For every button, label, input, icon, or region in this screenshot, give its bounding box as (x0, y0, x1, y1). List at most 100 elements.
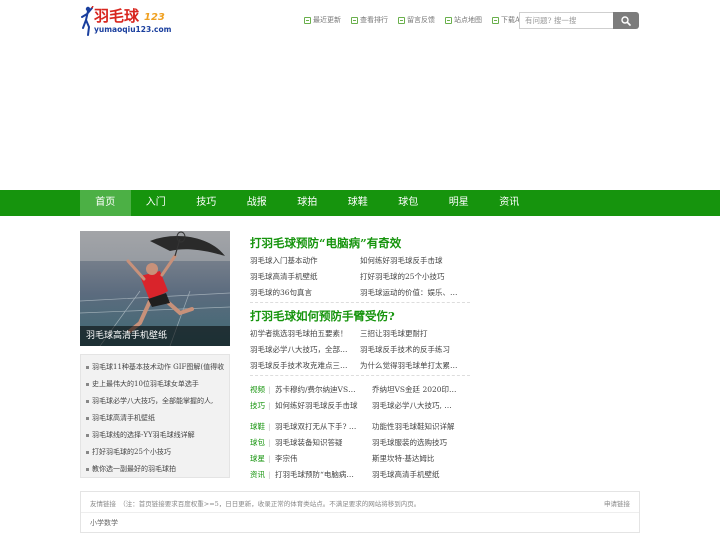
list-item[interactable]: 羽毛球11种基本技术动作 GIF图解(值得收 (81, 359, 229, 376)
bullet-icon (86, 467, 89, 471)
toplink-sitemap[interactable]: 站点地图 (445, 14, 482, 26)
separator: | (268, 401, 271, 410)
search-input[interactable] (519, 12, 613, 29)
toplink-label: 最近更新 (313, 16, 341, 24)
sidebar-article-list: 羽毛球11种基本技术动作 GIF图解(值得收 史上最伟大的10位羽毛球女单选手 … (80, 354, 230, 478)
article-link[interactable]: 如何练好羽毛球反手击球 (275, 398, 372, 414)
category-label[interactable]: 球包 (250, 435, 268, 451)
search-button[interactable] (613, 12, 639, 29)
toplink-ranking[interactable]: 查看排行 (351, 14, 388, 26)
article-link[interactable]: 为什么觉得羽毛球单打太累… (360, 358, 470, 374)
category-list-bottom: 球鞋 | 羽毛球双打无从下手? … 功能性羽毛球鞋知识详解 球包 | 羽毛球装备知识… (250, 419, 480, 483)
friend-links-header: 友情链接 （注：首页链接要求百度权重>=5，日日更新，收录正常的体育类站点。不满… (90, 500, 421, 508)
article-link[interactable]: 羽毛球高清手机壁纸 (372, 467, 470, 483)
nav-item-match-reports[interactable]: 战报 (232, 190, 283, 216)
main-nav: 首页 入门 技巧 战报 球拍 球鞋 球包 明星 资讯 (0, 190, 720, 216)
headline-title[interactable]: 打羽毛球如何预防手臂受伤? (250, 309, 395, 323)
list-item[interactable]: 羽毛球必学八大技巧，全部能掌握的人, (81, 393, 229, 410)
nav-item-stars[interactable]: 明星 (434, 190, 485, 216)
article-link[interactable]: 乔纳坦VS金廷 2020印… (372, 382, 470, 398)
category-label[interactable]: 球鞋 (250, 419, 268, 435)
bullet-icon (86, 450, 89, 454)
logo-number: 123 (144, 12, 165, 23)
list-item[interactable]: 史上最伟大的10位羽毛球女单选手 (81, 376, 229, 393)
headline-section-1: 打羽毛球预防“电脑病”有奇效 羽毛球入门基本动作 如何练好羽毛球反手击球 羽毛球… (250, 232, 470, 303)
ranking-icon (351, 16, 358, 24)
header: 羽毛球 123 yumaoqiu123.com 最近更新 查看排行 留言反馈 站… (0, 0, 720, 40)
article-link[interactable]: 羽毛球双打无从下手? … (275, 419, 372, 435)
category-label[interactable]: 球星 (250, 451, 268, 467)
nav-item-beginner[interactable]: 入门 (131, 190, 182, 216)
separator: | (268, 385, 271, 394)
logo-domain: yumaoqiu123.com (94, 25, 172, 34)
category-row: 视频 | 苏卡穆约/费尔纳迪VS… 乔纳坦VS金廷 2020印… (250, 382, 480, 398)
nav-item-bags[interactable]: 球包 (383, 190, 434, 216)
article-link[interactable]: 羽毛球高清手机壁纸 (250, 269, 360, 285)
list-item[interactable]: 教你选一副最好的羽毛球拍 (81, 461, 229, 478)
article-link[interactable]: 羽毛球必学八大技巧, … (372, 398, 470, 414)
bullet-icon (86, 433, 89, 437)
list-item[interactable]: 羽毛球线的选择-YY羽毛球线详解 (81, 427, 229, 444)
article-link[interactable]: 羽毛球反手技术攻克难点三… (250, 358, 360, 374)
separator: | (268, 422, 271, 431)
category-row: 技巧 | 如何练好羽毛球反手击球 羽毛球必学八大技巧, … (250, 398, 480, 414)
friend-link[interactable]: 小学数学 (90, 518, 118, 528)
featured-image[interactable]: 羽毛球高清手机壁纸 (80, 231, 230, 346)
bullet-icon (86, 399, 89, 403)
article-link[interactable]: 如何练好羽毛球反手击球 (360, 253, 470, 269)
article-link[interactable]: 三招让羽毛球更耐打 (360, 326, 470, 342)
separator: | (268, 470, 271, 479)
article-link[interactable]: 羽毛球运动的价值：娱乐、… (360, 285, 470, 301)
article-link[interactable]: 羽毛球反手技术的反手练习 (360, 342, 470, 358)
category-label[interactable]: 视频 (250, 382, 268, 398)
headline-title[interactable]: 打羽毛球预防“电脑病”有奇效 (250, 236, 401, 250)
apply-link-button[interactable]: 申请链接 (604, 498, 630, 508)
download-icon (492, 16, 499, 24)
article-link[interactable]: 打羽毛球预防“电脑病… (275, 467, 372, 483)
nav-item-shoes[interactable]: 球鞋 (333, 190, 384, 216)
update-icon (304, 16, 311, 24)
badminton-player-icon (81, 6, 94, 36)
toplink-feedback[interactable]: 留言反馈 (398, 14, 435, 26)
separator: | (268, 438, 271, 447)
category-row: 资讯 | 打羽毛球预防“电脑病… 羽毛球高清手机壁纸 (250, 467, 480, 483)
article-link[interactable]: 羽毛球装备知识答疑 (275, 435, 372, 451)
list-item[interactable]: 羽毛球高清手机壁纸 (81, 410, 229, 427)
toplink-label: 查看排行 (360, 16, 388, 24)
divider (250, 302, 470, 303)
article-link[interactable]: 打好羽毛球的25个小技巧 (360, 269, 470, 285)
search-icon (621, 15, 631, 26)
article-link[interactable]: 羽毛球服装的选购技巧 (372, 435, 470, 451)
feedback-icon (398, 16, 405, 24)
bullet-icon (86, 416, 89, 420)
article-link[interactable]: 初学者挑选羽毛球拍五要素！ (250, 326, 360, 342)
nav-item-news[interactable]: 资讯 (484, 190, 535, 216)
article-link[interactable]: 斯里坎特·基达姆比 (372, 451, 470, 467)
site-logo[interactable]: 羽毛球 123 yumaoqiu123.com (80, 6, 172, 36)
category-row: 球包 | 羽毛球装备知识答疑 羽毛球服装的选购技巧 (250, 435, 480, 451)
logo-text: 羽毛球 (94, 7, 140, 25)
list-item[interactable]: 打好羽毛球的25个小技巧 (81, 444, 229, 461)
search-box (519, 12, 639, 29)
divider (250, 375, 470, 376)
category-label[interactable]: 技巧 (250, 398, 268, 414)
article-link[interactable]: 苏卡穆约/费尔纳迪VS… (275, 382, 372, 398)
article-link[interactable]: 功能性羽毛球鞋知识详解 (372, 419, 470, 435)
article-link[interactable]: 羽毛球必学八大技巧，全部… (250, 342, 360, 358)
toplink-label: 站点地图 (454, 16, 482, 24)
article-link[interactable]: 李宗伟 (275, 451, 372, 467)
top-links: 最近更新 查看排行 留言反馈 站点地图 下载APP (304, 14, 529, 26)
nav-item-rackets[interactable]: 球拍 (282, 190, 333, 216)
nav-item-home[interactable]: 首页 (80, 190, 131, 216)
separator: | (268, 454, 271, 463)
featured-image-caption: 羽毛球高清手机壁纸 (80, 326, 230, 346)
category-row: 球星 | 李宗伟 斯里坎特·基达姆比 (250, 451, 480, 467)
category-row: 球鞋 | 羽毛球双打无从下手? … 功能性羽毛球鞋知识详解 (250, 419, 480, 435)
bullet-icon (86, 365, 89, 369)
toplink-label: 留言反馈 (407, 16, 435, 24)
category-label[interactable]: 资讯 (250, 467, 268, 483)
article-link[interactable]: 羽毛球入门基本动作 (250, 253, 360, 269)
nav-item-skills[interactable]: 技巧 (181, 190, 232, 216)
toplink-recent-updates[interactable]: 最近更新 (304, 14, 341, 26)
article-link[interactable]: 羽毛球的36句真言 (250, 285, 360, 301)
